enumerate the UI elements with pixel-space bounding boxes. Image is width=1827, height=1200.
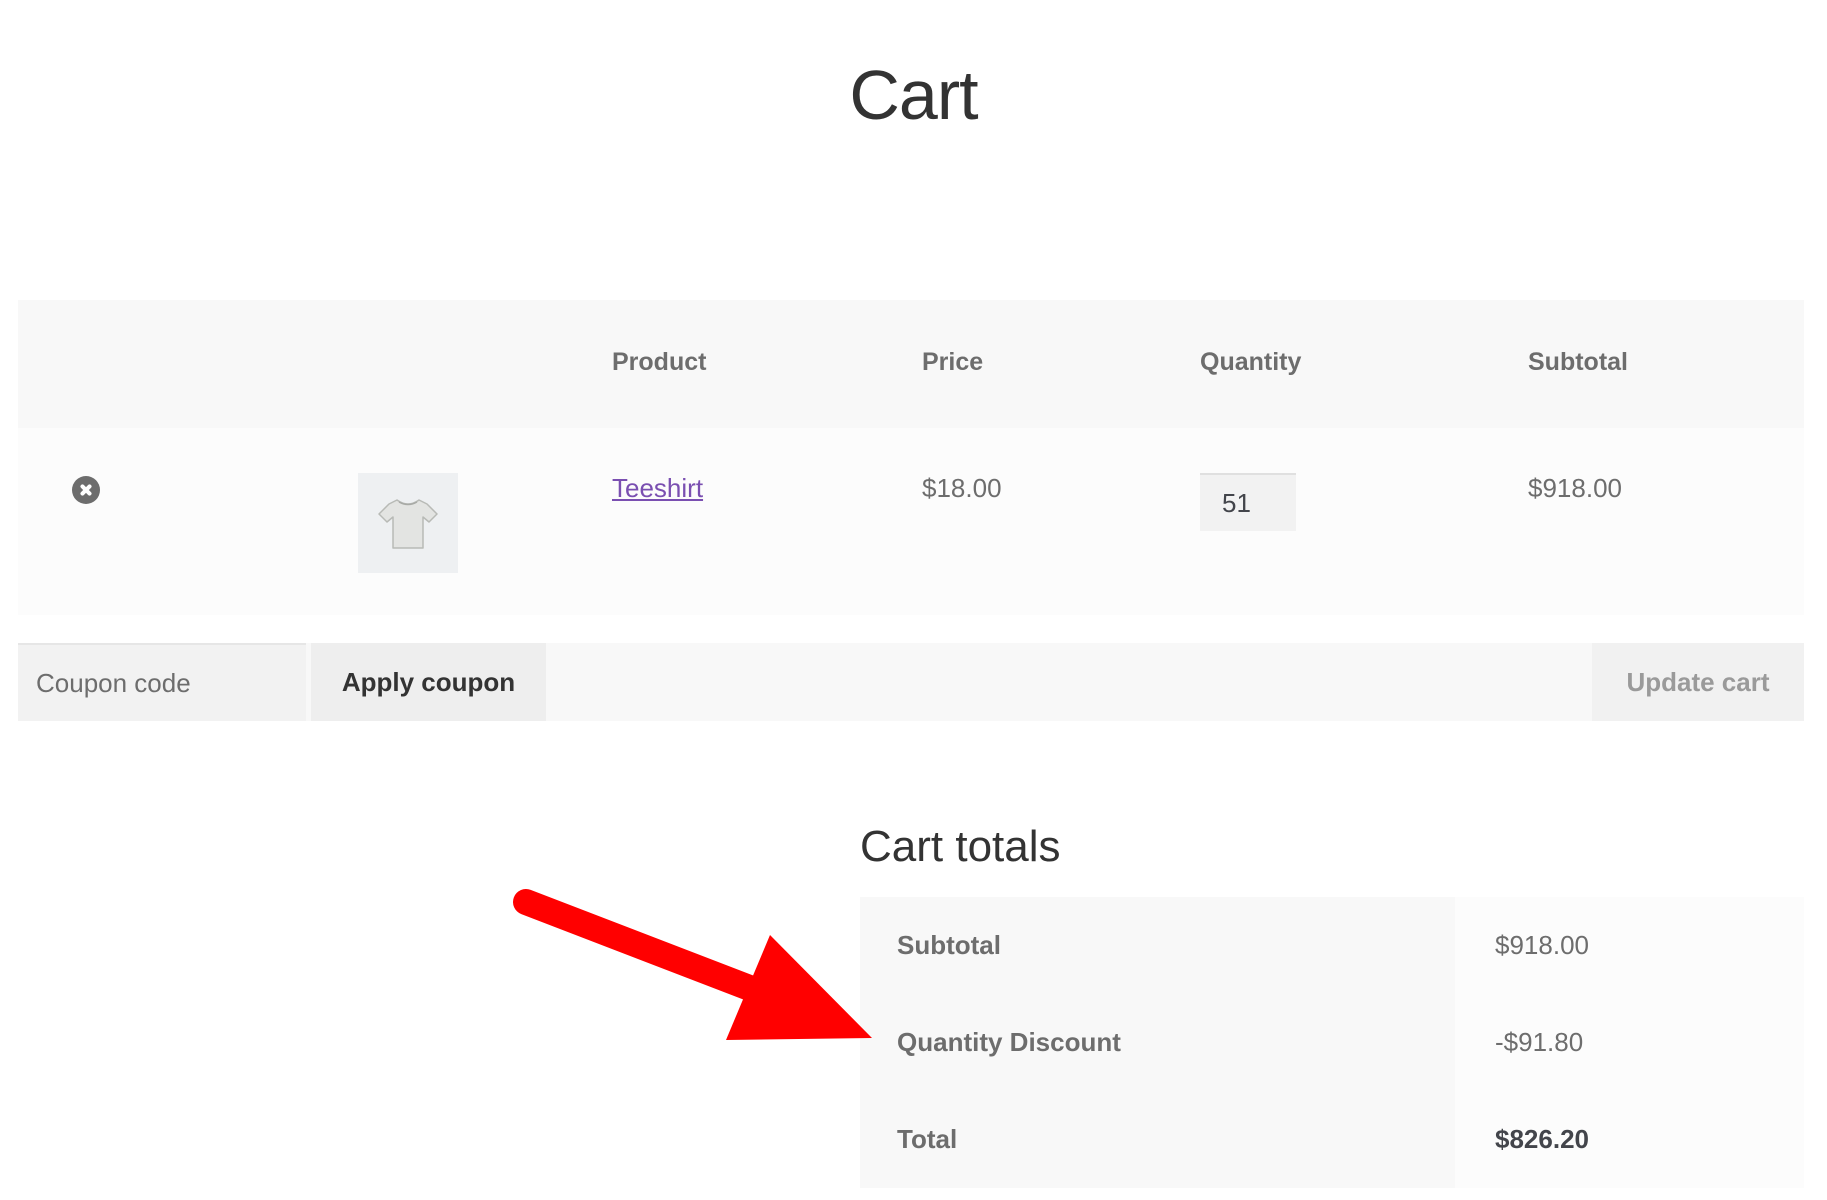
apply-coupon-button[interactable]: Apply coupon [311,643,546,721]
totals-label: Subtotal [860,897,1455,994]
update-cart-button[interactable]: Update cart [1592,643,1804,721]
totals-row-total: Total $826.20 [860,1091,1804,1188]
product-thumbnail[interactable] [358,473,458,573]
header-price: Price [922,348,984,376]
remove-item-icon[interactable] [72,476,100,504]
totals-value: -$91.80 [1455,994,1804,1091]
item-subtotal: $918.00 [1528,473,1622,503]
totals-row-discount: Quantity Discount -$91.80 [860,994,1804,1091]
cart-actions: Apply coupon Update cart [18,643,1804,721]
totals-value: $918.00 [1455,897,1804,994]
cart-table-header: Product Price Quantity Subtotal [18,300,1804,428]
product-link[interactable]: Teeshirt [612,473,703,504]
totals-row-subtotal: Subtotal $918.00 [860,897,1804,994]
cart-table: Product Price Quantity Subtotal Teeshirt… [18,300,1804,615]
tshirt-icon [378,499,438,549]
totals-value: $826.20 [1455,1091,1804,1188]
item-price: $18.00 [922,473,1002,503]
header-quantity: Quantity [1200,348,1302,376]
red-arrow-icon [513,889,872,1040]
header-subtotal: Subtotal [1528,348,1628,376]
totals-label: Total [860,1091,1455,1188]
cart-totals-table: Subtotal $918.00 Quantity Discount -$91.… [860,897,1804,1188]
coupon-code-input[interactable] [18,643,306,721]
quantity-input[interactable] [1200,473,1296,531]
totals-label: Quantity Discount [860,994,1455,1091]
header-product: Product [612,348,707,376]
page-title: Cart [849,56,978,134]
cart-totals-title: Cart totals [860,822,1061,871]
cart-item-row: Teeshirt $18.00 $918.00 [18,428,1804,615]
